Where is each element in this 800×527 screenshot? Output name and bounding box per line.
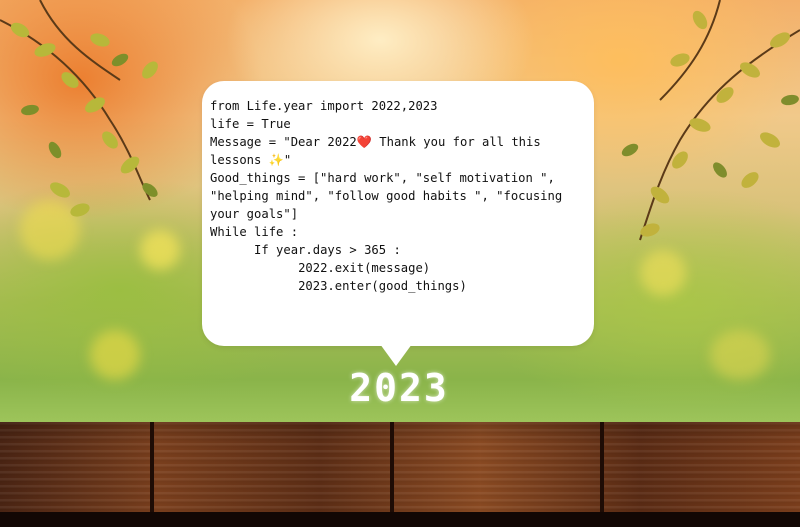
code-line: life = True	[210, 117, 291, 131]
code-line: While life :	[210, 225, 299, 239]
code-line: 2022.exit(message)	[210, 261, 431, 275]
code-line: from Life.year import 2022,2023	[210, 99, 438, 113]
code-line: If year.days > 365 :	[210, 243, 401, 257]
code-line: 2023.enter(good_things)	[210, 279, 467, 293]
code-snippet: from Life.year import 2022,2023 life = Tr…	[210, 97, 590, 295]
bokeh-light	[20, 200, 80, 260]
sparkles-icon: ✨	[268, 153, 284, 167]
speech-bubble-tail	[380, 344, 412, 366]
heart-icon: ❤️	[356, 135, 372, 149]
code-line: Good_things = ["hard work", "self motiva…	[210, 171, 570, 221]
bokeh-light	[90, 330, 140, 380]
code-text: Message = "Dear 2022	[210, 135, 357, 149]
bokeh-light	[710, 330, 770, 380]
code-text: "	[283, 153, 292, 167]
year-label: 2023	[349, 366, 449, 410]
code-line-message: Message = "Dear 2022❤️ Thank you for all…	[210, 133, 590, 169]
bokeh-light	[140, 230, 180, 270]
table-edge	[0, 512, 800, 527]
bokeh-light	[640, 250, 686, 296]
